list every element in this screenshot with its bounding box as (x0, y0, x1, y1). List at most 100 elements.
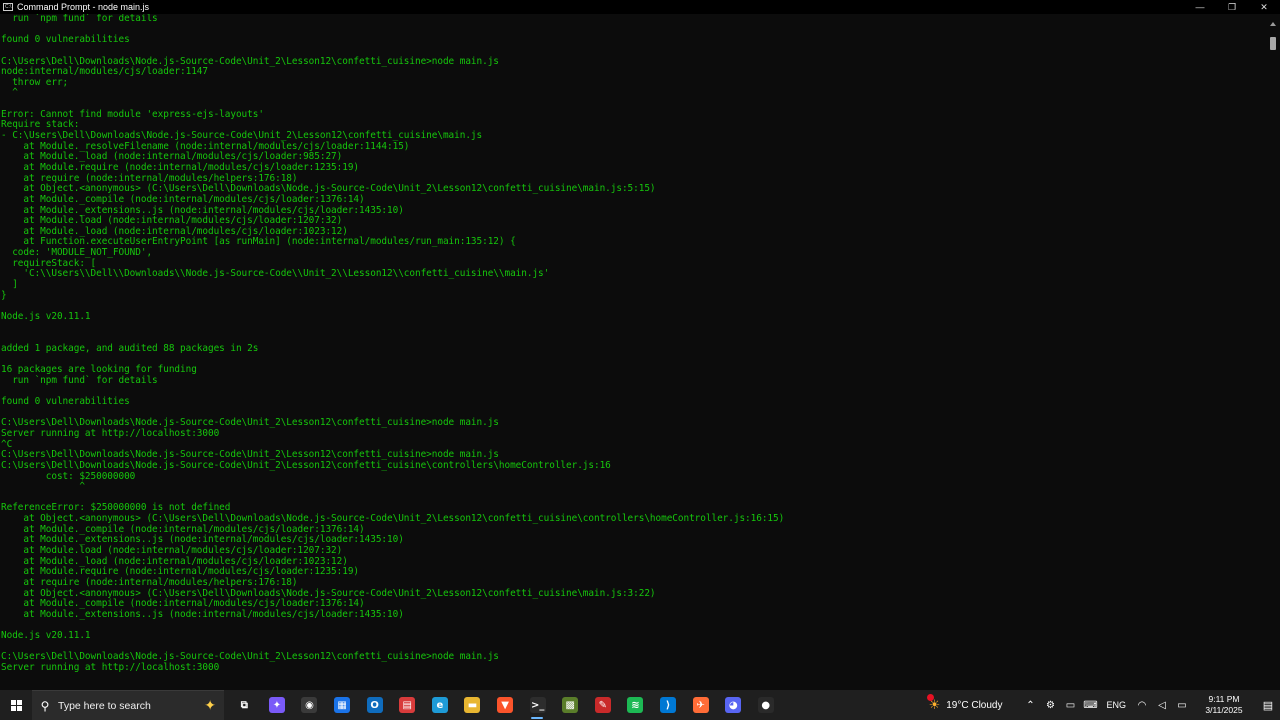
task-view-icon: ⧉ (240, 699, 248, 711)
notifications-icon[interactable]: ▤ (1256, 699, 1280, 712)
console-line: run `npm fund` for details (1, 14, 158, 24)
calculator-icon: ▦ (334, 697, 351, 713)
console-line: at Function.executeUserEntryPoint [as ru… (1, 236, 516, 248)
taskbar-app-button[interactable]: ▼ (489, 690, 522, 720)
taskbar-app-button[interactable]: ◕ (717, 690, 750, 720)
console-line: code: 'MODULE_NOT_FOUND', (1, 247, 153, 259)
outlook-icon: O (366, 697, 383, 713)
console-line: ] (1, 279, 18, 291)
console-line: at require (node:internal/modules/helper… (1, 576, 298, 588)
weather-temp: 19°C (946, 699, 969, 711)
network-icon[interactable]: ⚙ (1042, 700, 1058, 711)
weather-alert-badge (926, 694, 934, 701)
taskbar-app-button[interactable]: ✦ (261, 690, 294, 720)
console-line: node:internal/modules/cjs/loader:1147 (1, 66, 208, 78)
file-explorer-icon: ▬ (464, 697, 481, 713)
scroll-up-arrow-icon[interactable] (1270, 22, 1276, 26)
chrome-canary-icon: ● (757, 697, 774, 713)
console-line: cost: $250000000 (1, 470, 136, 482)
weather-icon: ☀ (926, 694, 940, 713)
taskbar-search-box[interactable]: ⚲ Type here to search ✦ (32, 690, 224, 720)
git-icon: ✎ (594, 697, 611, 713)
console-line: 'C:\\Users\\Dell\\Downloads\\Node.js-Sou… (1, 268, 550, 280)
taskbar-app-button[interactable]: ≋ (619, 690, 652, 720)
console-line: throw err; (1, 76, 69, 88)
console-line: ^ (1, 87, 18, 99)
console-line: C:\Users\Dell\Downloads\Node.js-Source-C… (1, 459, 611, 471)
recorder-icon: ◉ (301, 697, 318, 713)
console-output[interactable]: run `npm fund` for details found 0 vulner… (0, 14, 1267, 690)
search-icon: ⚲ (40, 698, 50, 713)
taskbar-app-button[interactable]: ✈ (684, 690, 717, 720)
edge-icon: e (431, 697, 448, 713)
wifi-icon[interactable]: ◠ (1134, 700, 1150, 711)
taskbar-app-button[interactable]: ◉ (293, 690, 326, 720)
language-indicator[interactable]: ENG (1106, 700, 1126, 710)
console-line: Server running at http://localhost:3000 (1, 427, 220, 439)
weather-condition: Cloudy (971, 699, 1003, 711)
taskbar-app-button[interactable]: e (424, 690, 457, 720)
start-button[interactable] (0, 690, 32, 720)
clock-date: 3/11/2025 (1205, 705, 1243, 715)
window-title: Command Prompt - node main.js (17, 2, 150, 12)
taskbar-app-button[interactable]: ▤ (391, 690, 424, 720)
console-line: found 0 vulnerabilities (1, 396, 130, 408)
console-line: Server running at http://localhost:3000 (1, 662, 220, 674)
title-bar: C:\ Command Prompt - node main.js — ❐ ✕ (0, 0, 1280, 14)
search-highlight-icon[interactable]: ✦ (204, 697, 216, 714)
console-line: at Module._compile (node:internal/module… (1, 193, 365, 205)
battery-icon[interactable]: ▭ (1174, 700, 1190, 711)
spotify-icon: ≋ (627, 697, 644, 713)
minimize-button[interactable]: — (1184, 0, 1216, 14)
console-line: at Module.require (node:internal/modules… (1, 161, 360, 173)
taskbar: ⚲ Type here to search ✦ ⧉ ✦ ◉ ▦ O ▤ e ▬ ▼ >_ ▩ ✎ ≋ ⟩ ✈… (0, 690, 1280, 720)
system-tray: ☀ 19°C Cloudy ⌃ ⚙ ▭ ⌨ ENG ◠ ◁ ▭ 9:11 PM 3/11/… (926, 690, 1280, 720)
taskbar-app-button[interactable]: ✎ (587, 690, 620, 720)
clock[interactable]: 9:11 PM 3/11/2025 (1198, 694, 1250, 716)
maximize-button[interactable]: ❐ (1216, 0, 1248, 14)
taskbar-app-button[interactable]: ▬ (456, 690, 489, 720)
console-line: Error: Cannot find module 'express-ejs-l… (1, 108, 264, 120)
taskbar-app-button[interactable]: ● (750, 690, 783, 720)
clock-time: 9:11 PM (1208, 694, 1240, 704)
console-line: at Module._extensions..js (node:internal… (1, 608, 404, 620)
search-placeholder: Type here to search (58, 699, 151, 712)
console-line: added 1 package, and audited 88 packages… (1, 342, 259, 354)
console-line: Node.js v20.11.1 (1, 310, 91, 322)
console-line: found 0 vulnerabilities (1, 34, 130, 46)
tray-icons: ⌃ ⚙ ▭ ⌨ (1020, 700, 1100, 711)
weather-widget[interactable]: ☀ 19°C Cloudy (926, 694, 1003, 713)
windows-logo-icon (10, 699, 22, 711)
status-icons: ◠ ◁ ▭ (1132, 700, 1192, 711)
taskbar-app-button[interactable]: ⧉ (228, 690, 261, 720)
vertical-scrollbar[interactable] (1266, 14, 1280, 690)
taskbar-pinned-apps: ⧉ ✦ ◉ ▦ O ▤ e ▬ ▼ >_ ▩ ✎ ≋ ⟩ ✈ ◕ ● (228, 690, 782, 720)
keyboard-icon[interactable]: ⌨ (1082, 700, 1098, 711)
brave-icon: ▼ (497, 697, 514, 713)
vscode-icon: ⟩ (660, 697, 677, 713)
console-line: 16 packages are looking for funding (1, 364, 197, 376)
minecraft-icon: ▩ (562, 697, 579, 713)
pdf-reader-icon: ▤ (399, 697, 416, 713)
console-line: Node.js v20.11.1 (1, 630, 91, 642)
show-hidden-icons-icon[interactable]: ⌃ (1022, 700, 1038, 711)
taskbar-app-button[interactable]: ▦ (326, 690, 359, 720)
taskbar-app-button[interactable]: O (358, 690, 391, 720)
copilot-icon: ✦ (268, 697, 285, 713)
console-line: run `npm fund` for details (1, 374, 158, 386)
taskbar-app-button[interactable]: ▩ (554, 690, 587, 720)
discord-icon: ◕ (725, 697, 742, 713)
command-prompt-app-icon[interactable]: C:\ (3, 3, 13, 11)
scroll-thumb[interactable] (1270, 37, 1276, 50)
console-line: } (1, 289, 7, 301)
taskbar-app-button[interactable]: >_ (521, 690, 554, 720)
postman-icon: ✈ (692, 697, 709, 713)
volume-icon[interactable]: ▭ (1062, 700, 1078, 711)
taskbar-app-button[interactable]: ⟩ (652, 690, 685, 720)
close-button[interactable]: ✕ (1248, 0, 1280, 14)
speaker-icon[interactable]: ◁ (1154, 700, 1170, 711)
